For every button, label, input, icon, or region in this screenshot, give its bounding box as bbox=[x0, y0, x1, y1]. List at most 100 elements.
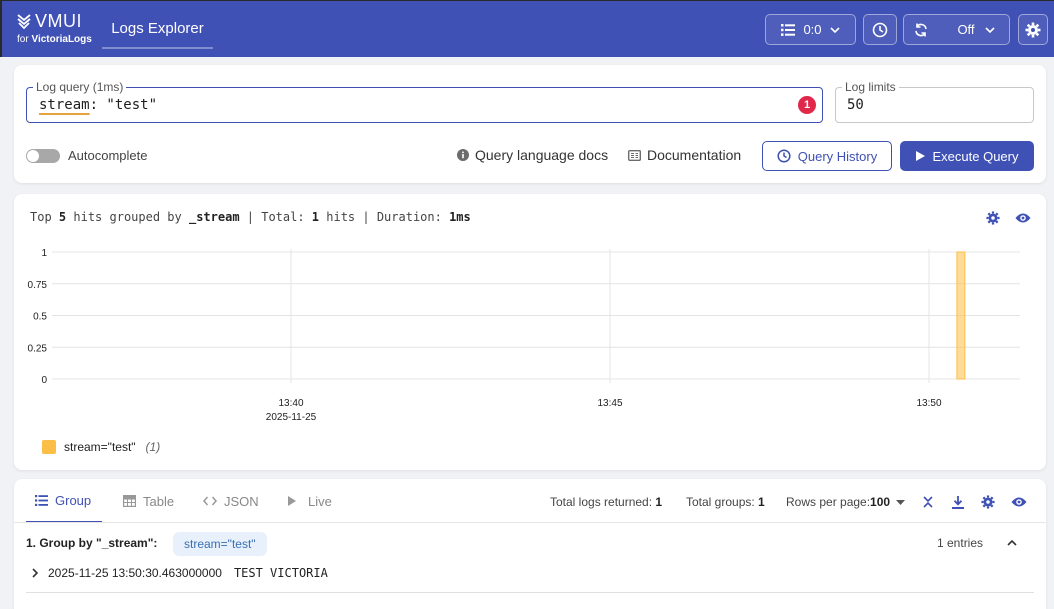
hits-chart[interactable]: 1 0.75 0.5 0.25 0 13:40 13:45 13:50 2025-11-25 bbox=[14, 194, 1046, 434]
group-title: 1. Group by "_stream": bbox=[26, 536, 158, 550]
query-language-docs-link[interactable]: Query language docs bbox=[457, 147, 608, 163]
list-icon bbox=[35, 494, 48, 506]
tab-live-label: Live bbox=[308, 493, 332, 509]
results-panel: Group Table JSON Live Total logs returne… bbox=[14, 479, 1046, 609]
table-settings-button[interactable] bbox=[980, 494, 996, 510]
logo-product: VictoriaLogs bbox=[31, 34, 92, 45]
tab-table-label: Table bbox=[143, 493, 175, 509]
stream-chip[interactable]: stream="test" bbox=[173, 532, 267, 556]
x-tick-label: 13:40 bbox=[278, 398, 303, 409]
logo-for: for bbox=[17, 34, 32, 45]
error-count-badge[interactable]: 1 bbox=[798, 96, 816, 114]
list-icon bbox=[781, 23, 796, 36]
code-icon bbox=[203, 496, 217, 506]
y-tick-label: 1 bbox=[41, 248, 47, 259]
eye-icon bbox=[1011, 497, 1027, 507]
log-row[interactable]: 2025-11-25 13:50:30.463000000 TEST VICTO… bbox=[32, 566, 328, 580]
table-icon bbox=[123, 495, 136, 507]
query-rest: : "test" bbox=[89, 97, 158, 113]
info-icon bbox=[457, 149, 469, 161]
row-divider bbox=[26, 592, 1034, 593]
chevron-down-icon bbox=[985, 26, 995, 33]
group-entries-count: 1 entries bbox=[937, 536, 984, 550]
y-tick-label: 0.5 bbox=[33, 312, 47, 323]
documentation-label: Documentation bbox=[647, 147, 742, 163]
y-tick-label: 0.75 bbox=[28, 280, 48, 291]
clock-icon bbox=[777, 149, 791, 163]
download-icon bbox=[952, 495, 964, 509]
tab-table[interactable]: Table bbox=[123, 479, 174, 523]
results-visibility-button[interactable] bbox=[1009, 494, 1029, 510]
tab-group-label: Group bbox=[55, 492, 92, 508]
play-icon bbox=[288, 496, 296, 506]
group-collapse-button[interactable] bbox=[1004, 536, 1020, 550]
chart-legend-item[interactable]: stream="test" (1) bbox=[42, 440, 160, 454]
tab-logs-explorer[interactable]: Logs Explorer bbox=[102, 9, 213, 49]
rows-per-page-selector[interactable]: Rows per page: 100 bbox=[786, 495, 906, 509]
download-button[interactable] bbox=[950, 494, 966, 510]
log-message: TEST VICTORIA bbox=[233, 566, 328, 580]
y-tick-label: 0 bbox=[41, 375, 47, 386]
execute-query-button[interactable]: Execute Query bbox=[900, 141, 1034, 171]
chevron-right-icon[interactable] bbox=[32, 568, 38, 578]
log-limits-input[interactable]: Log limits 50 bbox=[835, 80, 1034, 123]
clock-icon bbox=[872, 22, 888, 37]
tenant-selector[interactable]: 0:0 bbox=[765, 14, 856, 45]
query-language-docs-label: Query language docs bbox=[475, 147, 609, 163]
collapse-icon bbox=[923, 496, 933, 508]
refresh-value: Off bbox=[957, 22, 975, 37]
legend-label: stream="test" bbox=[64, 440, 136, 454]
hits-chart-panel: Top 5 hits grouped by _stream | Total: 1… bbox=[14, 194, 1046, 470]
x-date-label: 2025-11-25 bbox=[266, 412, 317, 423]
tab-json-label: JSON bbox=[224, 493, 259, 509]
hits-bar bbox=[956, 251, 966, 380]
execute-query-label: Execute Query bbox=[932, 148, 1019, 164]
gear-icon bbox=[981, 495, 995, 509]
victoria-logo-icon bbox=[17, 13, 31, 29]
total-groups: Total groups: 1 bbox=[686, 495, 765, 509]
query-history-label: Query History bbox=[797, 148, 878, 164]
query-history-button[interactable]: Query History bbox=[762, 141, 892, 171]
rows-per-page-value: 100 bbox=[870, 495, 891, 509]
vmui-logo[interactable]: VM UI for VictoriaLogs bbox=[17, 11, 92, 45]
tab-json[interactable]: JSON bbox=[203, 479, 259, 523]
document-icon bbox=[628, 149, 641, 161]
total-logs-value: 1 bbox=[655, 495, 663, 509]
y-tick-label: 0.25 bbox=[28, 343, 48, 354]
tenant-value: 0:0 bbox=[803, 22, 822, 37]
legend-count: (1) bbox=[145, 440, 161, 454]
auto-refresh-selector[interactable]: Off bbox=[903, 14, 1010, 45]
autocomplete-label: Autocomplete bbox=[68, 148, 148, 163]
legend-swatch bbox=[42, 440, 56, 454]
log-query-input[interactable]: Log query (1ms) stream: "test" 1 bbox=[26, 80, 823, 123]
x-tick-label: 13:50 bbox=[916, 398, 941, 409]
query-keyword: stream bbox=[39, 97, 90, 113]
x-tick-label: 13:45 bbox=[597, 398, 622, 409]
total-logs-returned: Total logs returned: 1 bbox=[550, 495, 662, 509]
play-icon bbox=[915, 151, 925, 161]
total-groups-value: 1 bbox=[758, 495, 765, 509]
time-range-button[interactable] bbox=[863, 14, 897, 45]
gear-icon bbox=[1025, 22, 1041, 37]
rows-per-page-label: Rows per page: bbox=[786, 495, 871, 509]
logo-vm: VM bbox=[35, 11, 63, 31]
tab-live[interactable]: Live bbox=[288, 479, 332, 523]
tab-group[interactable]: Group bbox=[26, 479, 102, 523]
autocomplete-toggle[interactable] bbox=[26, 149, 60, 163]
documentation-link[interactable]: Documentation bbox=[628, 147, 741, 163]
chevron-up-icon bbox=[1007, 540, 1017, 546]
log-timestamp: 2025-11-25 13:50:30.463000000 bbox=[48, 566, 222, 580]
settings-button[interactable] bbox=[1018, 14, 1048, 45]
total-groups-label: Total groups: bbox=[686, 495, 759, 509]
total-logs-label: Total logs returned: bbox=[550, 495, 656, 509]
query-panel: Log query (1ms) stream: "test" 1 Log lim… bbox=[14, 65, 1046, 183]
log-limits-label: Log limits bbox=[842, 80, 899, 94]
tabs-divider bbox=[14, 522, 1046, 523]
top-header: VM UI for VictoriaLogs Logs Explorer 0:0 … bbox=[0, 0, 1054, 57]
tab-logs-explorer-label: Logs Explorer bbox=[111, 19, 204, 37]
log-limits-value: 50 bbox=[847, 97, 864, 113]
caret-down-icon bbox=[896, 499, 906, 505]
log-query-text[interactable]: stream: "test" bbox=[39, 97, 157, 113]
collapse-all-button[interactable] bbox=[920, 494, 936, 510]
chevron-down-icon bbox=[829, 26, 840, 33]
